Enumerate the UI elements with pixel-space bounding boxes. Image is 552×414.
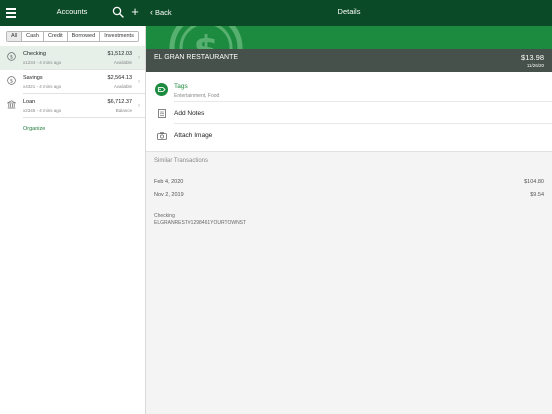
account-row-loan[interactable]: Loan x2345 - 4 mins ago $6,712.37 Balanc… [0,94,145,118]
add-notes-row[interactable]: Add Notes [146,102,552,124]
filter-tab-cash[interactable]: Cash [22,32,44,41]
transaction-details-card: Tags Entertainment, Food Add Notes Attac… [146,72,552,152]
chevron-left-icon: ‹ [150,7,153,17]
similar-amount: $104.80 [524,179,544,185]
tags-value: Entertainment, Food [174,93,220,99]
account-balance-type: Available [113,84,132,89]
svg-text:$: $ [10,54,13,60]
filter-tab-all[interactable]: All [7,32,23,41]
similar-amount: $9.54 [530,192,544,198]
attach-image-row[interactable]: Attach Image [146,124,552,146]
filter-tab-credit[interactable]: Credit [43,32,68,41]
back-label: Back [155,8,172,17]
svg-text:$: $ [193,29,218,49]
divider [23,117,145,118]
transaction-date: 11/26/20 [526,63,544,68]
account-row-savings[interactable]: $ Savings x4321 - 4 mins ago $2,564.13 A… [0,70,145,94]
account-name: Savings [23,75,43,81]
accounts-pane: Accounts + All Cash Credit Borrowed Inve… [0,0,146,414]
account-name: Loan [23,99,36,105]
attach-image-label: Attach Image [174,132,213,139]
back-button[interactable]: ‹ Back [150,7,172,17]
merchant-name: EL GRAN RESTAURANTE [154,54,239,61]
account-amount: $6,712.37 [107,99,132,105]
organize-link[interactable]: Organize [23,126,45,132]
account-amount: $2,564.13 [107,75,132,81]
notes-icon [158,109,166,118]
details-title: Details [337,7,361,16]
account-subtitle: x4321 - 4 mins ago [23,84,62,89]
camera-icon [157,132,167,140]
account-name: Checking [23,51,46,57]
similar-transactions-title: Similar Transactions [154,158,209,164]
similar-transactions-list: Feb 4, 2020 $104.80 Nov 2, 2019 $9.54 [146,172,552,206]
filter-tab-investments[interactable]: Investments [100,32,138,41]
dollar-circle-icon: $ [7,76,16,85]
chevron-right-icon: › [138,103,140,109]
add-notes-label: Add Notes [174,110,205,117]
tags-label: Tags [174,83,188,90]
tags-row[interactable]: Tags Entertainment, Food [146,80,552,102]
account-subtitle: x1234 - 4 mins ago [23,60,62,65]
tag-icon [155,83,168,96]
similar-date: Feb 4, 2020 [154,179,184,185]
account-amount: $1,512.03 [107,51,132,57]
transaction-memo: Checking ELGRANREST#1298461YOURTOWNST [154,213,246,226]
chevron-right-icon: › [138,79,140,85]
account-balance-type: Available [113,60,132,65]
account-subtitle: x2345 - 4 mins ago [23,108,62,113]
accounts-title: Accounts [56,7,88,16]
account-balance-type: Balance [115,108,132,113]
memo-description: ELGRANREST#1298461YOURTOWNST [154,219,247,226]
dollar-circle-icon: $ [7,52,16,61]
accounts-header: Accounts + [0,0,146,26]
dollar-logo-icon: $ [169,26,243,49]
filter-tab-borrowed[interactable]: Borrowed [67,32,101,41]
details-pane: ‹Back Details $ EL GRAN RESTAURANTE $13.… [146,0,552,414]
menu-icon[interactable] [6,8,16,18]
merchant-summary: EL GRAN RESTAURANTE $13.98 11/26/20 [146,49,552,72]
chevron-right-icon: › [138,55,140,61]
search-icon[interactable] [112,6,124,18]
merchant-banner: $ [146,26,552,49]
transaction-amount: $13.98 [521,53,544,62]
similar-date: Nov 2, 2019 [154,192,184,198]
add-account-button[interactable]: + [128,5,142,19]
account-filter-tabs: All Cash Credit Borrowed Investments [6,31,139,42]
svg-text:$: $ [10,78,13,84]
similar-transaction-row[interactable]: Feb 4, 2020 $104.80 [146,176,552,189]
details-header: ‹ Back Details [146,0,552,26]
similar-transaction-row[interactable]: Nov 2, 2019 $9.54 [146,189,552,202]
bank-icon [7,100,16,109]
account-row-checking[interactable]: $ Checking x1234 - 4 mins ago $1,512.03 … [0,46,145,70]
